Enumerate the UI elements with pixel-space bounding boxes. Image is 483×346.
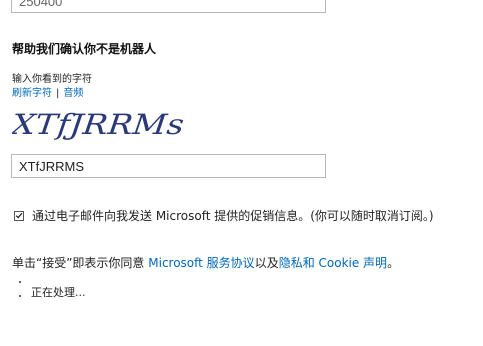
terms-middle: 以及 xyxy=(254,256,279,270)
captcha-image: XTfJRRMs xyxy=(12,108,186,141)
terms-prefix: 单击“接受”即表示你同意 xyxy=(12,256,149,270)
terms-suffix: 。 xyxy=(387,256,400,270)
promo-checkbox[interactable] xyxy=(14,210,24,221)
terms-statement: 单击“接受”即表示你同意 Microsoft 服务协议以及隐私和 Cookie … xyxy=(12,254,399,271)
loading-spinner-icon xyxy=(19,281,23,301)
services-agreement-link[interactable]: Microsoft 服务协议 xyxy=(148,256,254,270)
captcha-input[interactable] xyxy=(11,154,326,178)
promo-option: 通过电子邮件向我发送 Microsoft 提供的促销信息。(你可以随时取消订阅。… xyxy=(14,207,434,224)
captcha-instruction: 输入你看到的字符 xyxy=(12,74,92,85)
refresh-characters-link[interactable]: 刷新字符 xyxy=(12,88,52,99)
processing-status: 正在处理... xyxy=(19,278,86,308)
captcha-image-text: XTfJRRMs xyxy=(12,108,186,141)
captcha-links: 刷新字符 | 音频 xyxy=(12,84,83,99)
promo-label: 通过电子邮件向我发送 Microsoft 提供的促销信息。(你可以随时取消订阅。… xyxy=(32,209,434,223)
audio-link[interactable]: 音频 xyxy=(63,88,83,99)
processing-text: 正在处理... xyxy=(31,286,86,299)
captcha-heading: 帮助我们确认你不是机器人 xyxy=(12,42,157,56)
checkmark-icon xyxy=(15,212,23,219)
link-separator: | xyxy=(56,88,60,99)
previous-field-input[interactable] xyxy=(11,0,326,13)
privacy-cookie-link[interactable]: 隐私和 Cookie 声明 xyxy=(279,256,387,270)
